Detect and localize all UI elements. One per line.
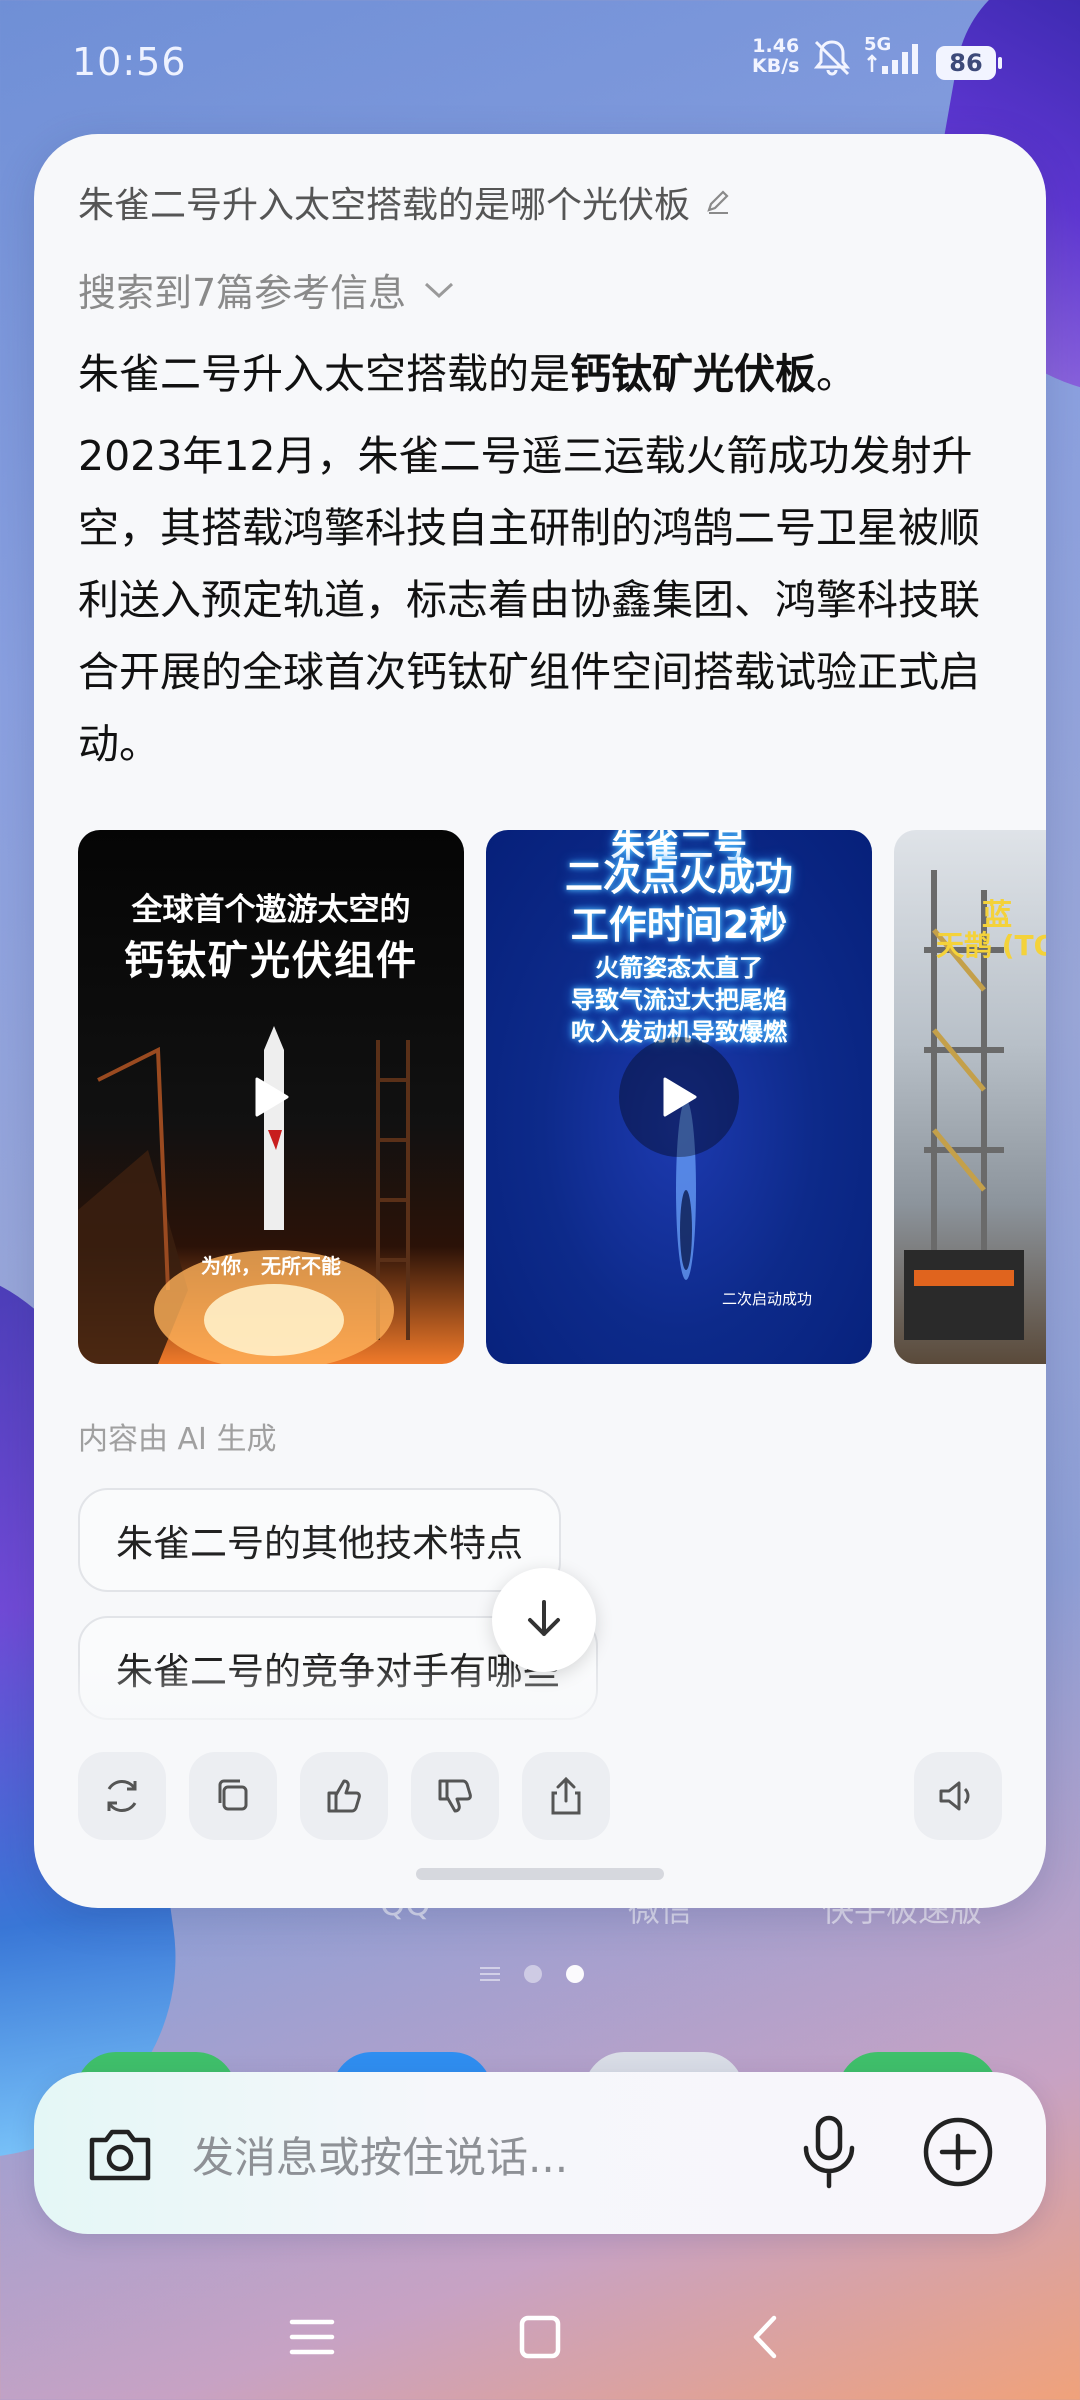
- answer-body: 2023年12月，朱雀二号遥三运载火箭成功发射升空，其搭载鸿擎科技自主研制的鸿鹄…: [78, 432, 980, 768]
- thumbs-up-icon: [327, 1779, 361, 1813]
- answer-highlight: 钙钛矿光伏板: [570, 350, 816, 398]
- thumbs-down-icon: [438, 1779, 472, 1813]
- video-card[interactable]: 天鹊 (TQ 蓝: [894, 830, 1046, 1364]
- play-icon[interactable]: [211, 1037, 331, 1157]
- page-dot-active: [566, 1965, 584, 1983]
- dislike-button[interactable]: [411, 1752, 499, 1840]
- page-dot: [524, 1965, 542, 1983]
- refresh-button[interactable]: [78, 1752, 166, 1840]
- scroll-fade: [34, 1664, 1046, 1744]
- microphone-icon[interactable]: [794, 2112, 864, 2192]
- video-caption: 二次启动成功: [722, 1290, 813, 1308]
- mute-bell-icon: [813, 40, 851, 76]
- status-bar: 10:56 1.46 KB/s 5G 86: [0, 0, 1080, 120]
- video-card[interactable]: 朱雀二号 二次点火成功 工作时间2秒 火箭姿态太直了 导致气流过大把尾焰 吹入发…: [486, 830, 872, 1364]
- factory-image: [904, 870, 1024, 1340]
- system-nav-bar: [0, 2290, 1080, 2380]
- battery-indicator: 86: [936, 46, 1002, 80]
- share-button[interactable]: [522, 1752, 610, 1840]
- copy-button[interactable]: [189, 1752, 277, 1840]
- like-button[interactable]: [300, 1752, 388, 1840]
- refresh-icon: [107, 1779, 137, 1813]
- scroll-down-button[interactable]: [492, 1568, 596, 1672]
- question-header[interactable]: 朱雀二号升入太空搭载的是哪个光伏板: [78, 176, 732, 228]
- copy-icon: [218, 1779, 248, 1811]
- ai-generated-note: 内容由 AI 生成: [78, 1422, 277, 1457]
- play-icon[interactable]: [619, 1037, 739, 1157]
- camera-icon[interactable]: [84, 2118, 156, 2190]
- search-references-label: 搜索到7篇参考信息: [78, 271, 407, 315]
- status-time: 10:56: [72, 40, 187, 84]
- add-circle-icon[interactable]: [920, 2114, 996, 2190]
- chevron-down-icon: [425, 282, 454, 298]
- answer-summary: 朱雀二号升入太空搭载的是钙钛矿光伏板。: [78, 350, 857, 398]
- message-input-bar: 发消息或按住说话...: [34, 2072, 1046, 2234]
- status-icons: 5G: [810, 34, 924, 78]
- back-icon[interactable]: [736, 2310, 796, 2364]
- network-speed: 1.46 KB/s: [752, 35, 800, 77]
- message-input[interactable]: 发消息或按住说话...: [192, 2124, 568, 2185]
- signal-icon: 5G: [864, 34, 924, 78]
- search-references-toggle[interactable]: 搜索到7篇参考信息: [78, 262, 456, 317]
- page-indicator-list: [480, 1967, 500, 1981]
- video-card[interactable]: 全球首个遨游太空的 钙钛矿光伏组件 为你，无所不能: [78, 830, 464, 1364]
- home-icon[interactable]: [510, 2310, 570, 2364]
- edit-icon[interactable]: [704, 188, 732, 216]
- share-icon: [551, 1776, 581, 1815]
- arrow-down-icon: [528, 1600, 560, 1636]
- suggestion-chip[interactable]: 朱雀二号的其他技术特点: [78, 1488, 561, 1592]
- read-aloud-button[interactable]: [914, 1752, 1002, 1840]
- menu-icon[interactable]: [282, 2310, 342, 2364]
- answer-actions: [78, 1752, 1002, 1842]
- video-caption: 为你，无所不能: [201, 1254, 341, 1278]
- question-text: 朱雀二号升入太空搭载的是哪个光伏板: [78, 185, 691, 226]
- ai-answer-card: 朱雀二号升入太空搭载的是哪个光伏板 搜索到7篇参考信息 朱雀二号升入太空搭载的是…: [34, 134, 1046, 1908]
- video-carousel[interactable]: 全球首个遨游太空的 钙钛矿光伏组件 为你，无所不能 朱雀二号 二次点火成功 工作…: [78, 830, 1046, 1364]
- page-indicator: [480, 1965, 584, 1983]
- speaker-icon: [939, 1781, 970, 1811]
- drag-handle[interactable]: [416, 1868, 664, 1880]
